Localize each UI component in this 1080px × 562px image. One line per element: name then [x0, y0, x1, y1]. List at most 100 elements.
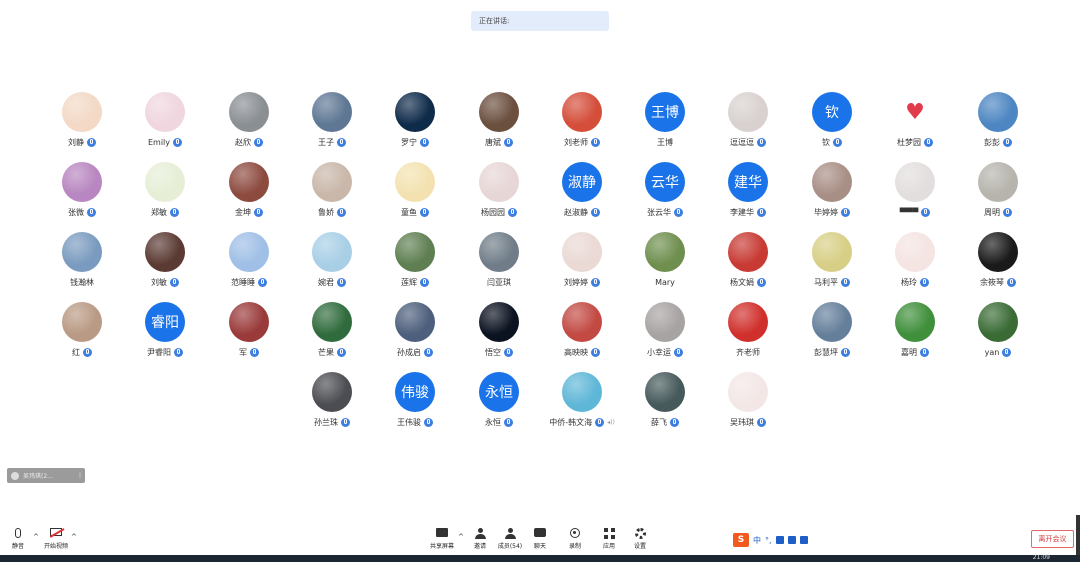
share-screen-label: 共享屏幕 — [429, 543, 454, 550]
video-options-caret[interactable]: ^ — [71, 533, 77, 541]
share-screen-button[interactable]: 共享屏幕 — [424, 528, 460, 550]
participant-tile[interactable]: 毕婷婷 — [791, 162, 873, 228]
participant-tile[interactable]: ▀▀▀ — [874, 162, 956, 228]
participant-tile[interactable]: 彭彭 — [957, 92, 1039, 158]
ime-language[interactable]: 中 — [753, 535, 761, 546]
participant-tile[interactable]: 莲辉 — [374, 232, 456, 298]
participant-tile[interactable]: 刘老师 — [541, 92, 623, 158]
participant-tile[interactable]: 孙兰珠 — [291, 372, 373, 438]
participant-avatar-initials: 睿阳 — [145, 302, 185, 342]
participant-tile[interactable]: 吴玮琪 — [707, 372, 789, 438]
participant-tile[interactable]: 高映映 — [541, 302, 623, 368]
participant-tile[interactable]: 孙成启 — [374, 302, 456, 368]
participant-name-row: 孙兰珠 — [291, 416, 373, 428]
chat-button[interactable]: 聊天 — [522, 528, 558, 550]
participant-name-row: 郑敏 — [124, 206, 206, 218]
participant-tile[interactable]: 鲁娇 — [291, 162, 373, 228]
participant-avatar — [562, 302, 602, 342]
participant-tile[interactable]: 金坤 — [208, 162, 290, 228]
participant-tile[interactable]: 中侨-韩文海 ◂)) — [541, 372, 623, 438]
participant-tile[interactable]: 范睡睡 — [208, 232, 290, 298]
ime-punctuation[interactable]: °, — [765, 536, 772, 545]
participant-avatar — [312, 302, 352, 342]
participant-tile[interactable]: 张微 — [41, 162, 123, 228]
participant-tile[interactable]: 刘婷婷 — [541, 232, 623, 298]
participant-tile[interactable]: 伟骏 王伟骏 — [374, 372, 456, 438]
participant-tile[interactable]: 彭慧坪 — [791, 302, 873, 368]
participant-tile[interactable]: 闫亚琪 — [458, 232, 540, 298]
participant-tile[interactable]: 淑静 赵淑静 — [541, 162, 623, 228]
participant-avatar — [479, 232, 519, 272]
ime-menu-icon[interactable] — [799, 536, 808, 544]
participant-tile[interactable]: 刘敏 — [124, 232, 206, 298]
participant-tile[interactable]: 齐老师 — [707, 302, 789, 368]
participant-tile[interactable]: 钱瀚林 — [41, 232, 123, 298]
participant-tile[interactable]: Emily — [124, 92, 206, 158]
participant-name: 婉君 — [318, 277, 334, 287]
participant-name-row: 王伟骏 — [374, 416, 456, 428]
leave-meeting-button[interactable]: 离开会议 — [1031, 530, 1074, 548]
participant-tile[interactable]: 罗宁 — [374, 92, 456, 158]
participant-avatar-initials: 淑静 — [562, 162, 602, 202]
clock: 21:09 — [1032, 554, 1050, 561]
sogou-logo-icon[interactable]: S — [733, 533, 749, 547]
ime-keyboard-icon[interactable] — [787, 536, 796, 544]
participant-tile[interactable]: 杨文娟 — [707, 232, 789, 298]
start-video-button[interactable]: 开始视频 — [38, 528, 74, 550]
minimized-video-panel[interactable]: 吴玮琪(2... | — [7, 468, 85, 483]
participant-tile[interactable]: 周明 — [957, 162, 1039, 228]
participant-tile[interactable]: 军 — [208, 302, 290, 368]
settings-button[interactable]: 设置 — [622, 528, 658, 550]
mic-status-icon — [504, 347, 513, 357]
mic-status-icon — [174, 347, 183, 357]
participant-name: 悟空 — [485, 347, 501, 357]
participant-avatar — [312, 232, 352, 272]
participant-tile[interactable]: 睿阳 尹睿阳 — [124, 302, 206, 368]
participant-tile[interactable]: Mary — [624, 232, 706, 298]
participant-tile[interactable]: 王博 王博 — [624, 92, 706, 158]
participant-tile[interactable]: 建华 李建华 — [707, 162, 789, 228]
participant-tile[interactable]: 杨园园 — [458, 162, 540, 228]
mic-status-icon — [424, 347, 433, 357]
participant-name: 毕婷婷 — [814, 207, 838, 217]
participant-tile[interactable]: 逗逗逗 — [707, 92, 789, 158]
participant-tile[interactable]: yan — [957, 302, 1039, 368]
participant-tile[interactable]: 王子 — [291, 92, 373, 158]
participant-name: 小幸运 — [647, 347, 671, 357]
participant-tile[interactable]: 唐斌 — [458, 92, 540, 158]
participant-tile[interactable]: 云华 张云华 — [624, 162, 706, 228]
participant-name-row: 张微 — [41, 206, 123, 218]
expand-handle[interactable]: | — [79, 472, 81, 479]
ime-toolbar[interactable]: S 中 °, — [733, 532, 808, 548]
participant-name: 莲辉 — [401, 277, 417, 287]
participant-tile[interactable]: 郑敏 — [124, 162, 206, 228]
mute-button[interactable]: 静音 — [0, 528, 36, 550]
participant-tile[interactable]: 马利平 — [791, 232, 873, 298]
participant-name-row: 芒果 — [291, 346, 373, 358]
participant-tile[interactable]: 余筱琴 — [957, 232, 1039, 298]
participant-avatar — [145, 162, 185, 202]
participant-tile[interactable]: 红 — [41, 302, 123, 368]
participant-tile[interactable]: 刘静 — [41, 92, 123, 158]
ime-voice-icon[interactable] — [775, 536, 784, 544]
participant-tile[interactable]: 薛飞 — [624, 372, 706, 438]
participant-tile[interactable]: 婉君 — [291, 232, 373, 298]
participant-tile[interactable]: 杨玲 — [874, 232, 956, 298]
participant-name-row: 小幸运 — [624, 346, 706, 358]
participant-tile[interactable]: 杜梦园 — [874, 92, 956, 158]
participant-tile[interactable]: 童鱼 — [374, 162, 456, 228]
participant-tile[interactable]: 钦钦 — [791, 92, 873, 158]
participant-tile[interactable]: 永恒 永恒 — [458, 372, 540, 438]
screen-share-icon — [436, 528, 448, 537]
participant-tile[interactable]: 赵欣 — [208, 92, 290, 158]
record-button[interactable]: 录制 — [557, 528, 593, 550]
participant-tile[interactable]: 嘉明 — [874, 302, 956, 368]
mic-status-icon — [841, 347, 850, 357]
participant-tile[interactable]: 芒果 — [291, 302, 373, 368]
participant-name-row: 王子 — [291, 136, 373, 148]
mic-status-icon — [924, 137, 933, 147]
participant-name-row: 杜梦园 — [874, 136, 956, 148]
participant-name: Emily — [147, 137, 171, 147]
participant-tile[interactable]: 悟空 — [458, 302, 540, 368]
participant-tile[interactable]: 小幸运 — [624, 302, 706, 368]
